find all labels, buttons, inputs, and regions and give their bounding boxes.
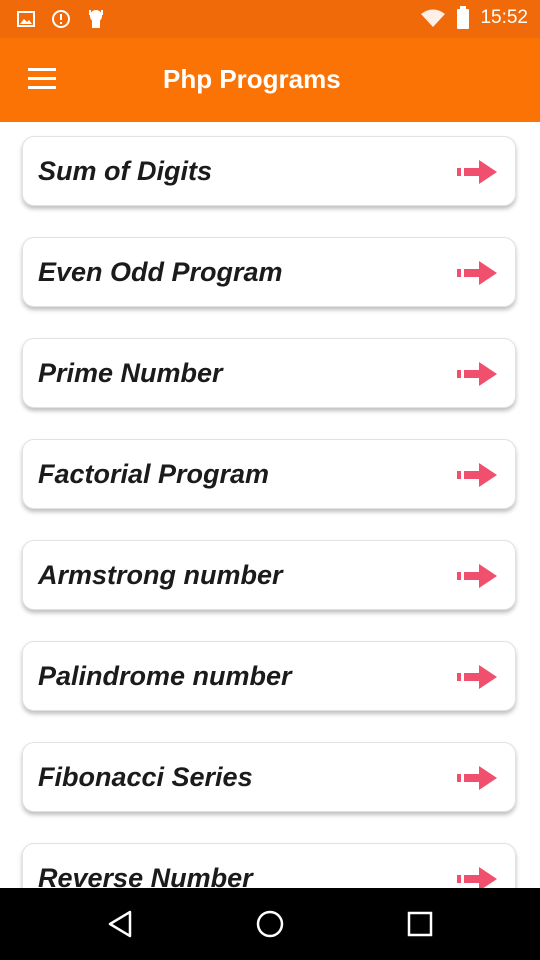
list-item[interactable]: Fibonacci Series (22, 742, 516, 812)
list-item[interactable]: Prime Number (22, 338, 516, 408)
list-item-label: Fibonacci Series (38, 762, 253, 792)
back-icon[interactable] (104, 908, 136, 940)
recents-icon[interactable] (404, 908, 436, 940)
list-item[interactable]: Sum of Digits (22, 136, 516, 206)
right-arrow-icon (457, 160, 497, 184)
image-icon (17, 11, 35, 27)
status-bar: 15:52 (0, 0, 540, 38)
status-left-icons (16, 8, 106, 30)
right-arrow-icon (457, 564, 497, 588)
android-icon (89, 10, 103, 28)
list-item[interactable]: Armstrong number (22, 540, 516, 610)
app-bar: Php Programs (0, 38, 540, 122)
list-item[interactable]: Palindrome number (22, 641, 516, 711)
notification-icon (52, 10, 70, 28)
list-item[interactable]: Factorial Program (22, 439, 516, 509)
status-time: 15:52 (480, 7, 528, 28)
home-icon[interactable] (254, 908, 286, 940)
list-item[interactable]: Even Odd Program (22, 237, 516, 307)
list-item-label: Palindrome number (38, 661, 292, 691)
program-list[interactable]: Sum of Digits Even Odd Program Prime Num… (0, 122, 540, 888)
list-item-label: Armstrong number (38, 560, 283, 590)
status-right-icons: 15:52 (420, 6, 528, 30)
list-item-label: Even Odd Program (38, 257, 283, 287)
wifi-icon (421, 9, 446, 27)
right-arrow-icon (457, 665, 497, 689)
right-arrow-icon (457, 867, 497, 888)
hamburger-menu-icon[interactable] (22, 62, 62, 98)
right-arrow-icon (457, 362, 497, 386)
list-item[interactable]: Reverse Number (22, 843, 516, 888)
right-arrow-icon (457, 463, 497, 487)
list-item-label: Sum of Digits (38, 156, 212, 186)
navigation-bar (0, 888, 540, 960)
list-item-label: Factorial Program (38, 459, 270, 489)
list-item-label: Prime Number (38, 358, 223, 388)
list-item-label: Reverse Number (38, 863, 253, 888)
battery-icon (457, 6, 470, 29)
right-arrow-icon (457, 766, 497, 790)
page-title: Php Programs (163, 64, 341, 94)
right-arrow-icon (457, 261, 497, 285)
